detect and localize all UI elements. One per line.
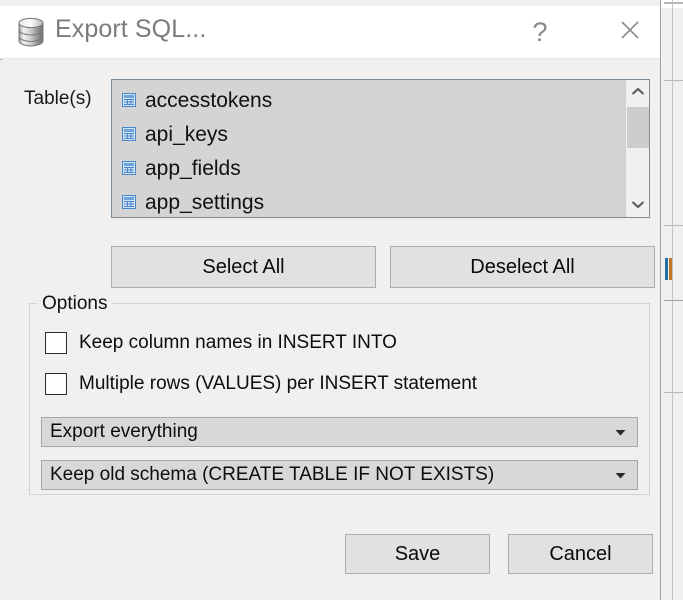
table-icon xyxy=(122,161,136,175)
triangle-down-icon xyxy=(609,472,637,479)
background-tab-indicator-3 xyxy=(664,2,683,4)
background-row-divider-4 xyxy=(664,300,683,301)
close-button[interactable] xyxy=(607,12,653,52)
checkbox-keep-column-names[interactable]: Keep column names in INSERT INTO xyxy=(45,332,397,354)
background-selection-marker xyxy=(665,258,668,280)
list-item-label: app_fields xyxy=(145,156,241,180)
table-icon xyxy=(122,195,136,209)
question-mark-icon: ? xyxy=(532,16,548,47)
list-item[interactable]: app_settings xyxy=(112,185,625,217)
scrollbar-thumb[interactable] xyxy=(627,107,649,148)
cancel-button[interactable]: Cancel xyxy=(508,534,653,574)
deselect-all-button[interactable]: Deselect All xyxy=(390,246,655,288)
dialog-title: Export SQL... xyxy=(55,15,207,43)
tables-list-items: accesstokens api_keys app_fields app_set… xyxy=(112,80,625,217)
options-group-label: Options xyxy=(37,293,113,315)
dropdown-value: Export everything xyxy=(50,421,198,442)
checkbox-box[interactable] xyxy=(45,373,67,395)
scroll-up-button[interactable] xyxy=(626,80,649,104)
list-item-label: api_keys xyxy=(145,122,228,146)
schema-mode-dropdown[interactable]: Keep old schema (CREATE TABLE IF NOT EXI… xyxy=(41,460,638,490)
list-item-label: accesstokens xyxy=(145,88,273,112)
export-scope-dropdown[interactable]: Export everything xyxy=(41,417,638,447)
database-icon xyxy=(15,17,47,47)
dialog-title-bar: Export SQL... ? xyxy=(0,6,660,59)
background-row-divider-3 xyxy=(664,392,683,393)
export-sql-dialog: Export SQL... ? Table(s) accesstokens ap… xyxy=(0,0,661,600)
tables-listbox[interactable]: accesstokens api_keys app_fields app_set… xyxy=(111,79,650,218)
dialog-content: Table(s) accesstokens api_keys app_field… xyxy=(0,59,660,600)
list-item[interactable]: api_keys xyxy=(112,117,625,151)
checkbox-multiple-rows[interactable]: Multiple rows (VALUES) per INSERT statem… xyxy=(45,373,477,395)
help-button[interactable]: ? xyxy=(517,12,563,52)
chevron-up-icon xyxy=(631,83,645,101)
list-item[interactable]: accesstokens xyxy=(112,83,625,117)
checkbox-box[interactable] xyxy=(45,332,67,354)
dropdown-value: Keep old schema (CREATE TABLE IF NOT EXI… xyxy=(50,464,495,485)
background-row-divider-1 xyxy=(664,80,683,81)
checkbox-label: Multiple rows (VALUES) per INSERT statem… xyxy=(79,373,478,394)
checkbox-label: Keep column names in INSERT INTO xyxy=(79,332,397,353)
background-warning-marker xyxy=(669,258,672,280)
save-button[interactable]: Save xyxy=(345,534,490,574)
background-row-divider-2 xyxy=(664,225,683,226)
table-icon xyxy=(122,127,136,141)
tables-list-scrollbar[interactable] xyxy=(625,80,649,217)
table-icon xyxy=(122,93,136,107)
list-item[interactable]: app_fields xyxy=(112,151,625,185)
chevron-down-icon xyxy=(631,196,645,214)
scroll-down-button[interactable] xyxy=(626,193,649,217)
triangle-down-icon xyxy=(609,429,637,436)
select-all-button[interactable]: Select All xyxy=(111,246,376,288)
close-icon xyxy=(617,17,643,48)
list-item-label: app_settings xyxy=(145,190,265,214)
tables-label: Table(s) xyxy=(24,88,92,109)
